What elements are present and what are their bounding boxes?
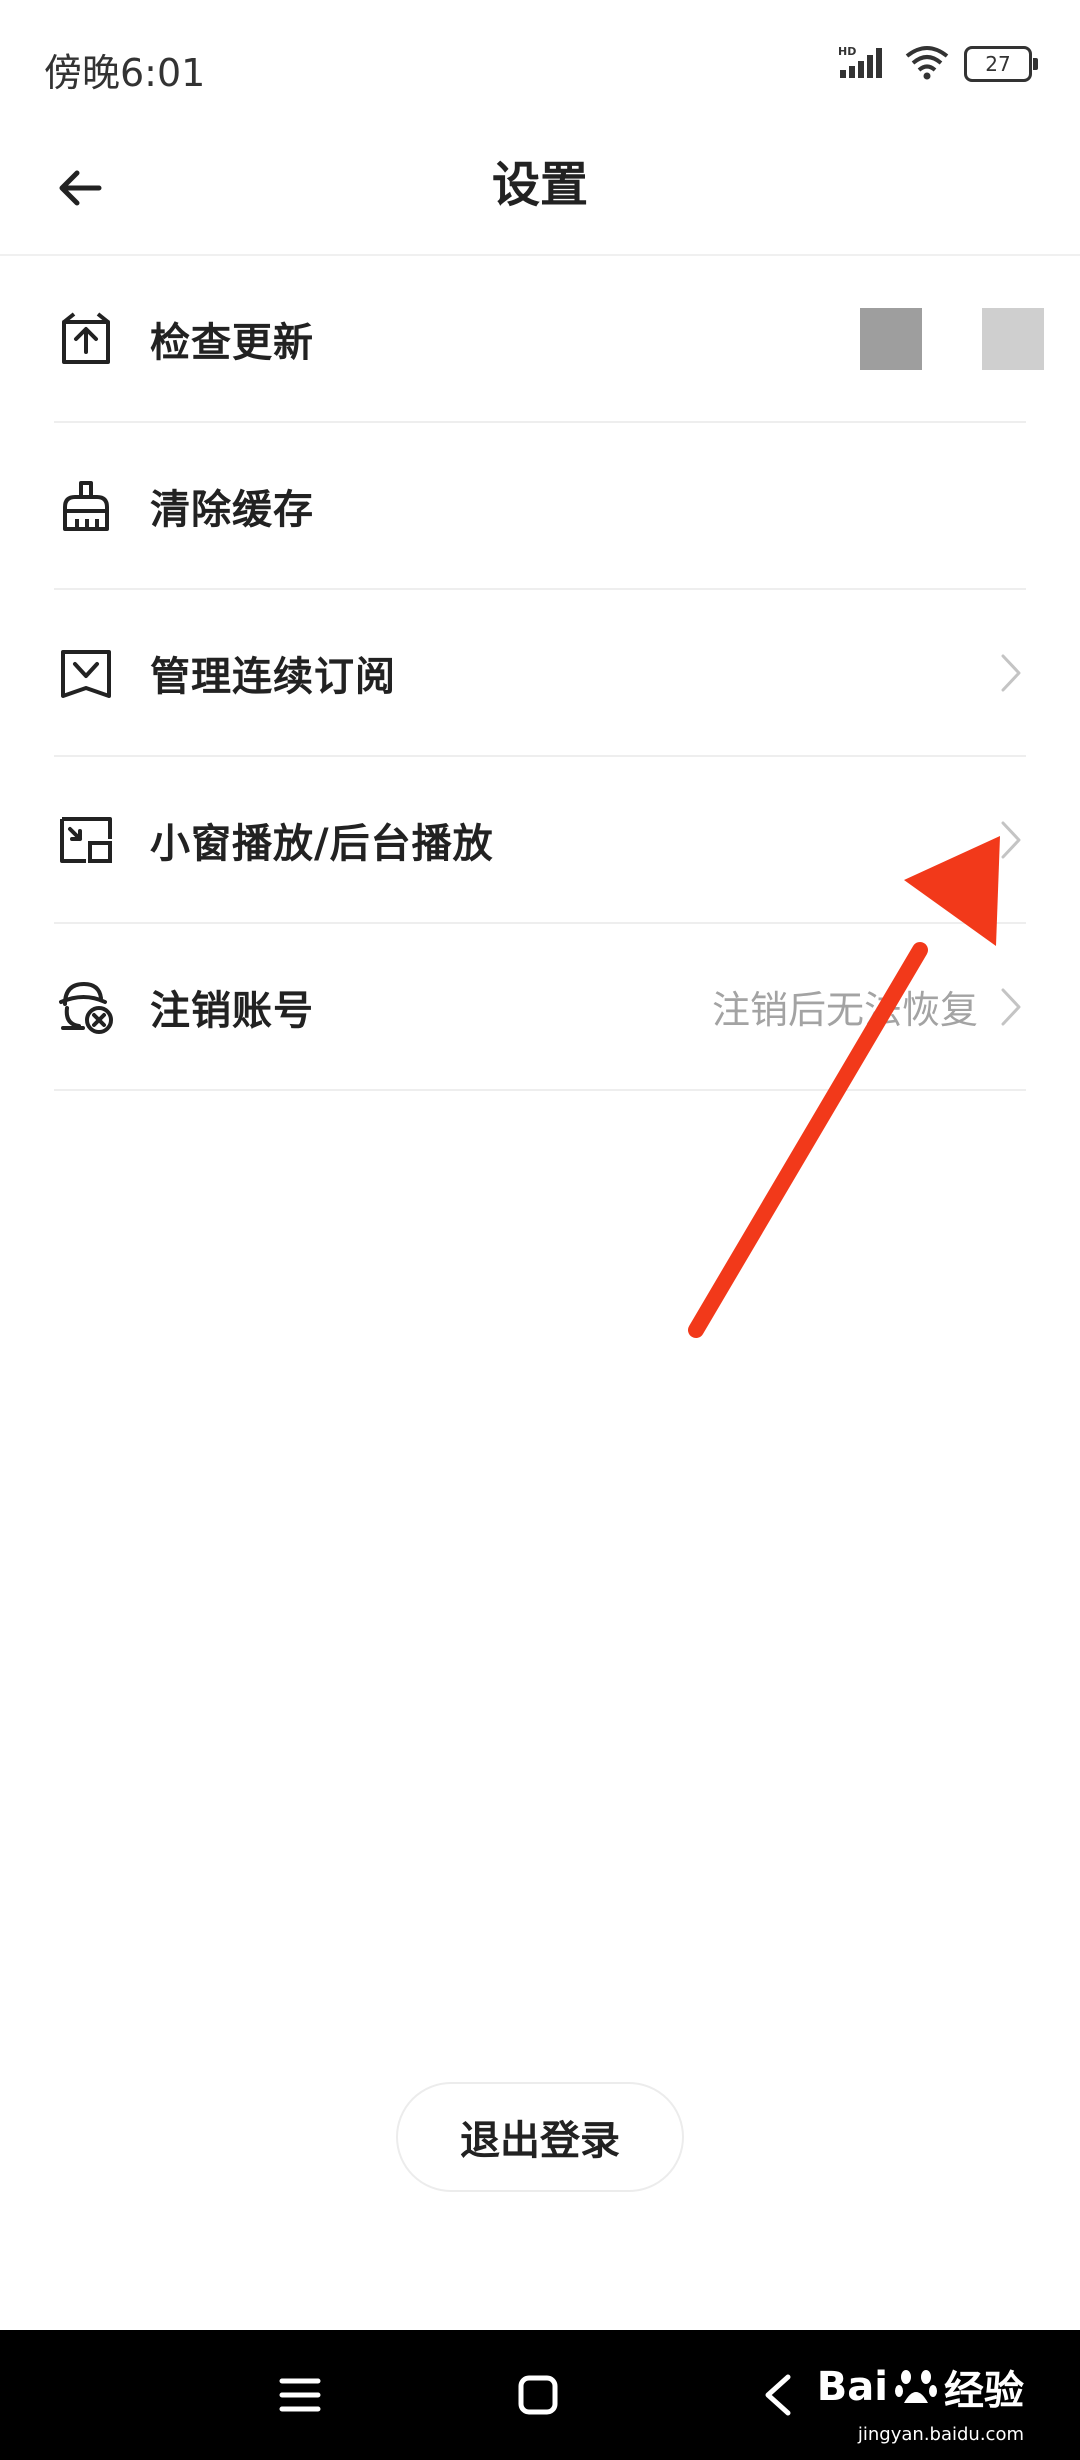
manage-subscription-label: 管理连续订阅 <box>150 653 396 700</box>
chevron-right-icon <box>996 818 1026 862</box>
delete-account-label: 注销账号 <box>150 987 314 1034</box>
logout-button[interactable]: 退出登录 <box>396 2082 684 2192</box>
subscription-icon <box>56 643 116 703</box>
placeholder-light-block <box>982 307 1044 370</box>
delete-account-row[interactable]: 注销账号 注销后无法恢复 <box>54 924 1026 1091</box>
clear-cache-label: 清除缓存 <box>150 486 314 533</box>
page-title: 设置 <box>491 157 588 213</box>
menu-icon[interactable] <box>270 2365 330 2425</box>
hd-badge: HD <box>838 45 856 58</box>
pip-background-play-row[interactable]: 小窗播放/后台播放 <box>54 757 1026 924</box>
battery-icon: 27 <box>964 46 1038 82</box>
picture-in-picture-icon <box>56 810 116 870</box>
status-bar: 傍晚6:01 HD 27 <box>0 0 1080 130</box>
check-update-row[interactable]: 检查更新 <box>54 256 1044 423</box>
system-nav-bar: Bai 经验 jingyan.baidu.com <box>0 2330 1080 2460</box>
check-update-label: 检查更新 <box>150 319 314 366</box>
chevron-right-icon <box>996 985 1026 1029</box>
upload-box-icon <box>56 309 116 369</box>
status-icons: HD 27 <box>838 44 1038 84</box>
paw-icon <box>894 2365 938 2409</box>
wifi-icon <box>904 44 950 84</box>
signal-icon: HD <box>838 44 890 84</box>
chevron-right-icon <box>996 651 1026 695</box>
placeholder-gray-block <box>860 307 922 370</box>
watermark-bai: Bai <box>816 2364 888 2410</box>
delete-account-hint: 注销后无法恢复 <box>711 988 978 1032</box>
account-cancel-icon <box>56 977 116 1037</box>
pip-background-play-label: 小窗播放/后台播放 <box>150 820 494 867</box>
watermark-suffix: 经验 <box>944 2368 1024 2414</box>
home-icon[interactable] <box>508 2365 568 2425</box>
settings-list: 检查更新 清除缓存 管理连续订阅 小窗播放/后台播放 注销账号 注销后无法恢复 <box>54 256 1044 1091</box>
watermark-url: jingyan.baidu.com <box>857 2424 1024 2445</box>
baidu-jingyan-watermark: Bai 经验 <box>817 2358 1024 2416</box>
status-time: 傍晚6:01 <box>44 51 206 95</box>
manage-subscription-row[interactable]: 管理连续订阅 <box>54 590 1026 757</box>
clear-cache-row[interactable]: 清除缓存 <box>54 423 1026 590</box>
broom-icon <box>56 476 116 536</box>
back-icon[interactable] <box>748 2365 808 2425</box>
header-bar: 设置 <box>0 130 1080 256</box>
